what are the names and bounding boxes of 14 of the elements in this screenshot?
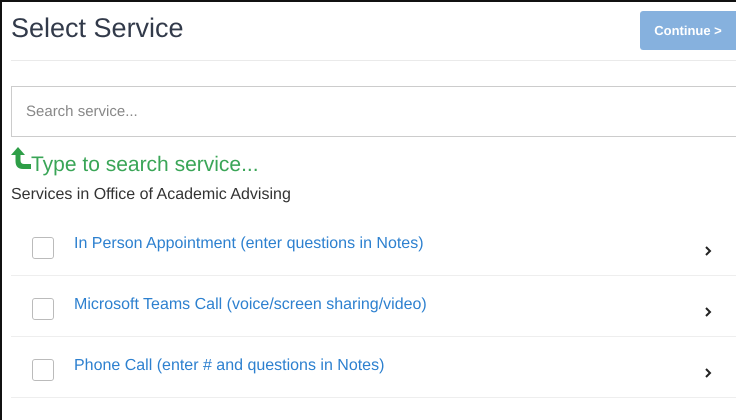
search-hint: Type to search service... (31, 153, 259, 177)
chevron-right-icon[interactable] (705, 246, 712, 256)
service-link[interactable]: Microsoft Teams Call (voice/screen sharing/video) (74, 296, 705, 314)
checkbox[interactable] (32, 359, 54, 381)
checkbox[interactable] (32, 298, 54, 320)
page-title: Select Service (11, 12, 184, 44)
service-link[interactable]: In Person Appointment (enter questions in Notes) (74, 235, 705, 253)
chevron-right-icon[interactable] (705, 307, 712, 317)
checkbox[interactable] (32, 237, 54, 259)
search-field[interactable]: Search service... (11, 86, 736, 137)
service-link[interactable]: Phone Call (enter # and questions in Notes) (74, 357, 705, 375)
arrow-up-icon (11, 147, 31, 169)
section-heading: Services in Office of Academic Advising (11, 185, 292, 205)
chevron-right-icon[interactable] (705, 368, 712, 378)
